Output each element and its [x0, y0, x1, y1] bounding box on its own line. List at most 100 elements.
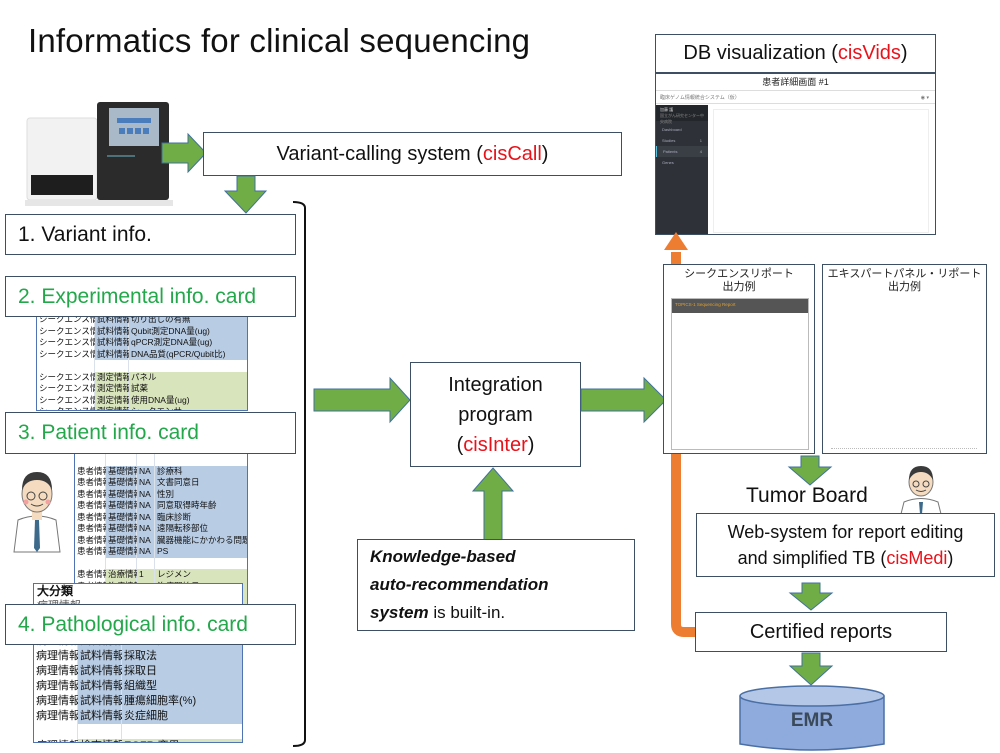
experimental-info-sheet: シークエンス情報 試料情報 切り出しの有無 シークエンス情報 試料情報 Qubit測定DN… [36, 303, 248, 411]
db-visualization-label: DB visualization (cisVids) [683, 42, 908, 64]
integration-line2: program [458, 403, 533, 426]
sheet-cell [34, 724, 78, 739]
sheet-cell: シークエンス情報 [37, 348, 107, 360]
sheet-cell: NA [137, 500, 155, 512]
doctor-icon [900, 466, 942, 515]
sheet-cell: シークエンス情報 [37, 325, 107, 337]
db-nav-item-dashboard[interactable]: Dashboard [656, 124, 708, 135]
sheet-cell: 基礎情報 [106, 465, 143, 477]
db-nav-label: Dashboard [662, 127, 682, 132]
sequence-report-document: TOPICS-1 Sequencing Report [671, 298, 809, 450]
sheet-cell: シークエンス情報 [37, 337, 107, 349]
db-user-menu-icon[interactable]: ◉ ▾ [921, 91, 929, 103]
sheet-cell: 基礎情報 [106, 500, 143, 512]
sheet-row: シークエンス情報 測定情報 試薬 [37, 383, 247, 395]
knowledge-text: Knowledge-based auto-recommendation syst… [370, 547, 549, 622]
sheet-cell: 病理情報 [34, 679, 80, 694]
db-nav-item-genes[interactable]: Genes [656, 157, 708, 168]
sheet-cell: 試料情報 [78, 679, 124, 694]
expert-report-caption: エキスパートパネル・リポート 出力例 [827, 268, 982, 293]
sheet-row [75, 454, 247, 466]
sheet-row: 病理情報 試料情報 腫瘍細胞率(%) [34, 694, 242, 709]
integration-line3: (cisInter) [456, 433, 535, 456]
card-pathological-info: 4. Pathological info. card [5, 604, 296, 645]
sheet-row: シークエンス情報 測定情報 パネル [37, 371, 247, 383]
sheet-cell: 臨床診断 [155, 511, 247, 523]
sheet-cell: 患者情報 [75, 511, 112, 523]
sheet-cell [137, 454, 155, 466]
slide-title: Informatics for clinical sequencing [28, 22, 531, 59]
sheet-cell: 試料情報 [78, 664, 124, 679]
sheet-cell: 測定情報 [95, 383, 132, 395]
arrow-reports-to-tumor-board [787, 455, 833, 486]
sheet-cell: NA [137, 465, 155, 477]
card-experimental-info: 2. Experimental info. card [5, 276, 296, 317]
card-patient-info: 3. Patient info. card [5, 412, 296, 454]
sheet-cell [129, 360, 247, 372]
experimental-sheet-rows: シークエンス情報 試料情報 切り出しの有無 シークエンス情報 試料情報 Qubit測定DN… [37, 314, 247, 410]
emr-label: EMR [790, 710, 834, 731]
card-variant-info-label: 1. Variant info. [18, 222, 152, 246]
knowledge-box: Knowledge-based auto-recommendation syst… [357, 539, 635, 631]
db-nav-item-patients[interactable]: Patients 4 [656, 146, 708, 157]
db-screenshot-panel: 患者詳細画面 #1 臨床ゲノム情報統合システム（仮） ◉ ▾ 加藤 護 国立がん… [655, 73, 936, 235]
sheet-cell: 1 [137, 569, 155, 581]
sheet-cell [75, 454, 106, 466]
sheet-cell: 病理情報 [34, 649, 80, 664]
sheet-cell: 基礎情報 [106, 534, 143, 546]
sheet-row: 病理情報検査情報EGFR 変異 [34, 739, 242, 742]
sheet-row: 患者情報 治療情報 1 レジメン [75, 569, 247, 581]
sheet-cell: シークエンサー [129, 406, 247, 410]
sheet-row: 病理情報 試料情報 採取法 [34, 649, 242, 664]
expert-panel-report: エキスパートパネル・リポート 出力例 [822, 264, 987, 454]
sheet-cell: 基礎情報 [106, 488, 143, 500]
cismedi-line2: and simplified TB (cisMedi) [737, 548, 954, 568]
arrow-certified-to-emr [788, 652, 834, 686]
sheet-cell: 採取法 [122, 649, 242, 664]
sheet-cell: 文書同意日 [155, 477, 247, 489]
sheet-row [75, 557, 247, 569]
card-patient-info-label: 3. Patient info. card [18, 421, 199, 444]
certified-reports-label: Certified reports [749, 620, 893, 643]
sheet-cell: パネル [129, 371, 247, 383]
sheet-cell: DNA品質(qPCR/Qubit比) [129, 348, 247, 360]
db-visualization-box: DB visualization (cisVids) [655, 34, 936, 73]
sheet-cell: 炎症細胞 [122, 709, 242, 724]
sheet-cell: 患者情報 [75, 465, 112, 477]
sheet-row: シークエンス情報 試料情報 qPCR測定DNA量(ug) [37, 337, 247, 349]
sheet-cell: 患者情報 [75, 500, 112, 512]
sequencer-icon [25, 102, 173, 206]
sheet-cell [106, 557, 137, 569]
sheet-cell: Qubit測定DNA量(ug) [129, 325, 247, 337]
sheet-cell: 基礎情報 [106, 477, 143, 489]
sheet-cell: 基礎情報 [106, 523, 143, 535]
arrow-sequencer-to-calling [161, 132, 207, 174]
arrow-knowledge-to-integration [471, 467, 515, 541]
sheet-row: 患者情報 基礎情報 NA PS [75, 546, 247, 558]
sheet-row: シークエンス情報 試料情報 Qubit測定DNA量(ug) [37, 325, 247, 337]
db-nav-item-studies[interactable]: Studies 1 [656, 135, 708, 146]
sheet-cell: 患者情報 [75, 488, 112, 500]
sheet-cell: 試料情報 [95, 337, 132, 349]
db-nav-badge: 1 [699, 138, 702, 143]
db-nav-label: Patients [663, 149, 678, 154]
sheet-cell: 臓器機能にかかわる問題点 [155, 534, 247, 546]
sheet-row: 患者情報 基礎情報 NA 同意取得時年齢 [75, 500, 247, 512]
arrow-cismedi-to-certified [788, 582, 834, 611]
sheet-cell: NA [137, 546, 155, 558]
sheet-cell: 組織型 [122, 679, 242, 694]
sheet-row: シークエンス情報 試料情報 DNA品質(qPCR/Qubit比) [37, 348, 247, 360]
sheet-cell: NA [137, 523, 155, 535]
sheet-cell: 患者情報 [75, 477, 112, 489]
sheet-cell: 測定情報 [95, 371, 132, 383]
sheet-cell: シークエンス情報 [37, 406, 107, 410]
sheet-row: 患者情報 基礎情報 NA 遠隔転移部位 [75, 523, 247, 535]
pathology-sheet-rows: 病理情報試料情報組織区分病理情報試料情報採取法病理情報試料情報採取日病理情報試料… [34, 634, 242, 742]
pathology-header: 大分類 [34, 584, 76, 599]
sheet-cell [75, 557, 106, 569]
emr-database: EMR [738, 684, 886, 753]
sheet-cell: 患者情報 [75, 534, 112, 546]
sheet-row: 病理情報 試料情報 採取日 [34, 664, 242, 679]
integration-program-box: Integration program (cisInter) [410, 362, 581, 467]
sheet-cell: NA [137, 511, 155, 523]
